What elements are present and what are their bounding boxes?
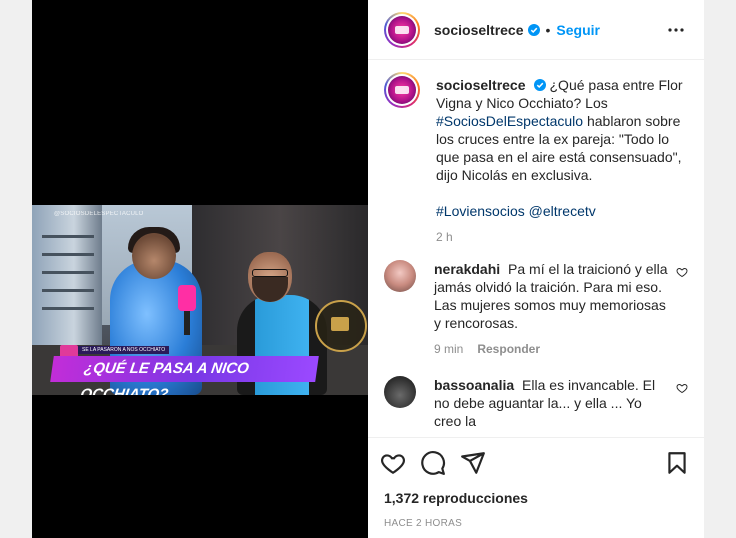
media-area[interactable]: @SOCIOSDELESPECTACULO SE LA PASARON A NO…	[32, 0, 368, 538]
heart-icon[interactable]	[676, 382, 688, 394]
video-watermark: @SOCIOSDELESPECTACULO	[54, 211, 144, 217]
follow-button[interactable]: Seguir	[556, 22, 600, 38]
lower-third-small: SE LA PASARON A NOS OCCHIATO	[78, 346, 170, 354]
author-username[interactable]: socioseltrece	[434, 22, 524, 38]
comment-icon[interactable]	[420, 450, 446, 476]
separator-dot: •	[545, 21, 551, 38]
comment-meta: 9 min Responder	[434, 342, 668, 356]
hashtag-link[interactable]: #Loviensocios	[436, 203, 525, 219]
comment-avatar[interactable]	[384, 376, 416, 408]
comment-row: nerakdahi Pa mí el la traicionó y ella j…	[368, 244, 704, 356]
caption-avatar[interactable]	[388, 76, 416, 104]
post-timestamp: HACE 2 HORAS	[384, 518, 463, 529]
reply-button[interactable]: Responder	[477, 342, 540, 356]
video-player[interactable]: @SOCIOSDELESPECTACULO SE LA PASARON A NO…	[32, 205, 368, 395]
hashtag-link[interactable]: #SociosDelEspectaculo	[436, 113, 583, 129]
post-header: socioseltrece • Seguir	[368, 0, 704, 60]
caption-tags: #Loviensocios @eltrecetv	[436, 202, 688, 220]
more-options-button[interactable]	[664, 18, 688, 42]
interviewer-head	[132, 233, 176, 279]
microphone	[178, 285, 196, 311]
post-modal: @SOCIOSDELESPECTACULO SE LA PASARON A NO…	[32, 0, 704, 538]
heart-icon[interactable]	[380, 450, 406, 476]
interviewee-glasses	[252, 269, 288, 277]
action-icons	[368, 438, 704, 478]
mention-link[interactable]: @eltrecetv	[529, 203, 596, 219]
comment-row: bassoanalia Ella es invancable. El no de…	[368, 356, 704, 430]
save-icon[interactable]	[664, 450, 690, 476]
caption-text: socioseltrece ¿Qué pasa entre Flor Vigna …	[436, 76, 688, 184]
lower-third-banner: ¿QUÉ LE PASA A NICO OCCHIATO?	[50, 356, 319, 395]
action-bar: 1,372 reproducciones HACE 2 HORAS	[368, 437, 704, 529]
caption-username[interactable]: socioseltrece	[436, 77, 526, 93]
comment-avatar[interactable]	[384, 260, 416, 292]
author-avatar-ring[interactable]	[384, 11, 420, 48]
comment-text: nerakdahi Pa mí el la traicionó y ella j…	[434, 260, 668, 332]
microphone-stick	[184, 309, 190, 335]
comment-username[interactable]: nerakdahi	[434, 261, 500, 277]
view-count[interactable]: 1,372 reproducciones	[368, 478, 704, 506]
comment-username[interactable]: bassoanalia	[434, 377, 514, 393]
heart-icon[interactable]	[676, 266, 688, 278]
caption-avatar-ring[interactable]	[384, 72, 420, 108]
comment-time: 9 min	[434, 342, 464, 356]
caption-time: 2 h	[436, 230, 453, 244]
verified-icon	[527, 23, 540, 36]
post-panel: socioseltrece • Seguir socioseltrece ¿Qu…	[368, 0, 704, 538]
share-icon[interactable]	[460, 450, 486, 476]
avatar[interactable]	[388, 15, 416, 44]
comments-area[interactable]: socioseltrece ¿Qué pasa entre Flor Vigna …	[368, 60, 704, 432]
more-icon	[668, 27, 684, 32]
caption-row: socioseltrece ¿Qué pasa entre Flor Vigna …	[368, 60, 704, 244]
program-logo-icon	[315, 300, 367, 352]
comment-text: bassoanalia Ella es invancable. El no de…	[434, 376, 668, 430]
verified-icon	[533, 79, 546, 91]
